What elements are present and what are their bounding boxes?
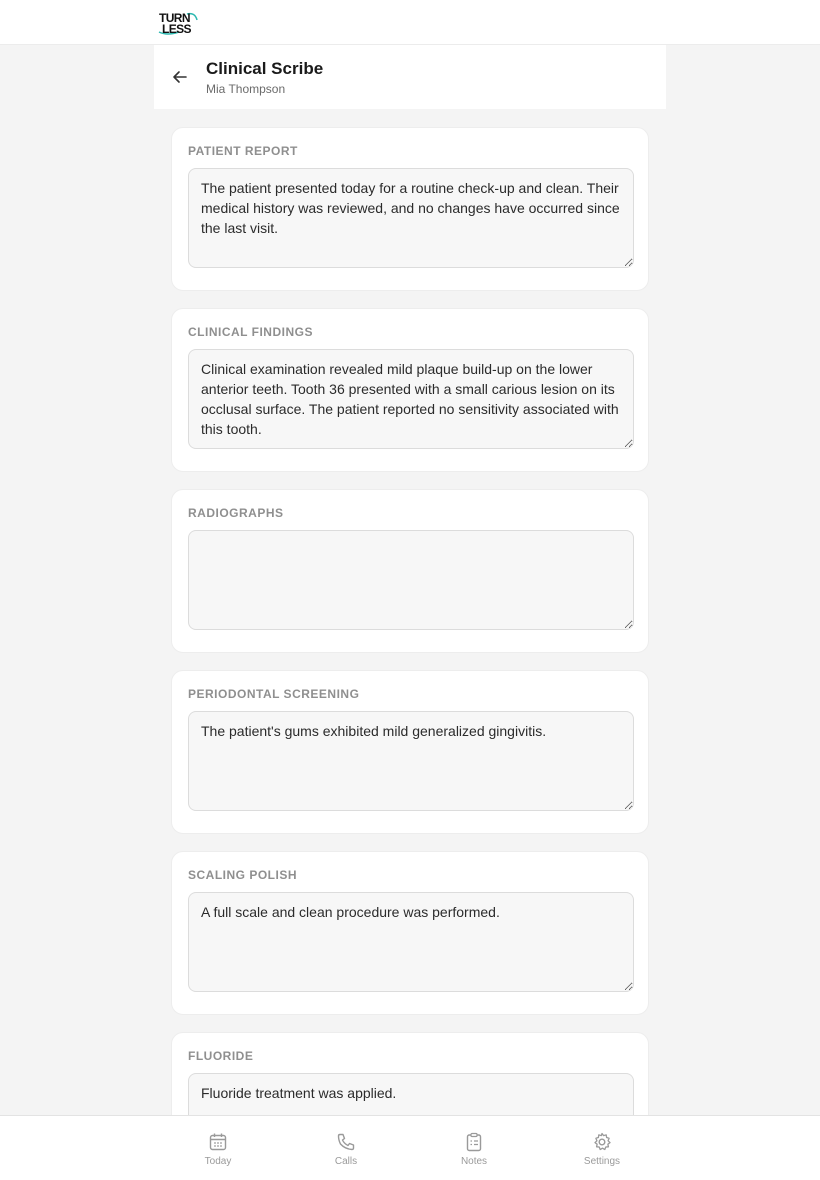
nav-item-calls[interactable]: Calls <box>306 1116 386 1180</box>
nav-item-today[interactable]: Today <box>178 1116 258 1180</box>
back-button[interactable] <box>168 67 192 87</box>
scaling-polish-field[interactable]: A full scale and clean procedure was per… <box>188 892 634 992</box>
arrow-left-icon <box>173 71 187 83</box>
nav-label: Settings <box>583 1156 621 1167</box>
periodontal-screening-field[interactable]: The patient's gums exhibited mild genera… <box>188 711 634 811</box>
section-label: RADIOGRAPHS <box>188 506 284 520</box>
scribe-sections: PATIENT REPORT The patient presented tod… <box>171 127 649 1180</box>
section-card-patient-report: PATIENT REPORT The patient presented tod… <box>171 127 649 291</box>
top-bar: TURN LESS <box>0 0 820 45</box>
nav-item-notes[interactable]: Notes <box>434 1116 514 1180</box>
section-label: PERIODONTAL SCREENING <box>188 687 360 701</box>
section-card-periodontal-screening: PERIODONTAL SCREENING The patient's gums… <box>171 670 649 834</box>
section-card-scaling-polish: SCALING POLISH A full scale and clean pr… <box>171 851 649 1015</box>
gear-icon <box>594 1132 611 1151</box>
nav-label: Today <box>204 1156 232 1167</box>
patient-report-field[interactable]: The patient presented today for a routin… <box>188 168 634 268</box>
logo-text: TURN LESS <box>159 12 192 36</box>
nav-label: Calls <box>334 1156 358 1167</box>
section-label: FLUORIDE <box>188 1049 254 1063</box>
calendar-icon <box>209 1133 227 1151</box>
patient-name: Mia Thompson <box>206 82 286 96</box>
turnless-logo[interactable]: TURN LESS <box>157 10 201 36</box>
clinical-findings-field[interactable]: Clinical examination revealed mild plaqu… <box>188 349 634 449</box>
nav-label: Notes <box>460 1156 488 1167</box>
page-title: Clinical Scribe <box>206 59 324 78</box>
page-header: Clinical Scribe Mia Thompson <box>154 45 666 109</box>
phone-icon <box>337 1133 355 1151</box>
logo-line-2: LESS <box>162 22 192 36</box>
radiographs-field[interactable] <box>188 530 634 630</box>
section-label: PATIENT REPORT <box>188 144 298 158</box>
clipboard-icon <box>466 1132 482 1152</box>
section-card-clinical-findings: CLINICAL FINDINGS Clinical examination r… <box>171 308 649 472</box>
bottom-nav: Today Calls Notes Settings <box>0 1115 820 1180</box>
nav-item-settings[interactable]: Settings <box>562 1116 642 1180</box>
section-label: CLINICAL FINDINGS <box>188 325 313 339</box>
section-card-radiographs: RADIOGRAPHS <box>171 489 649 653</box>
section-label: SCALING POLISH <box>188 868 298 882</box>
